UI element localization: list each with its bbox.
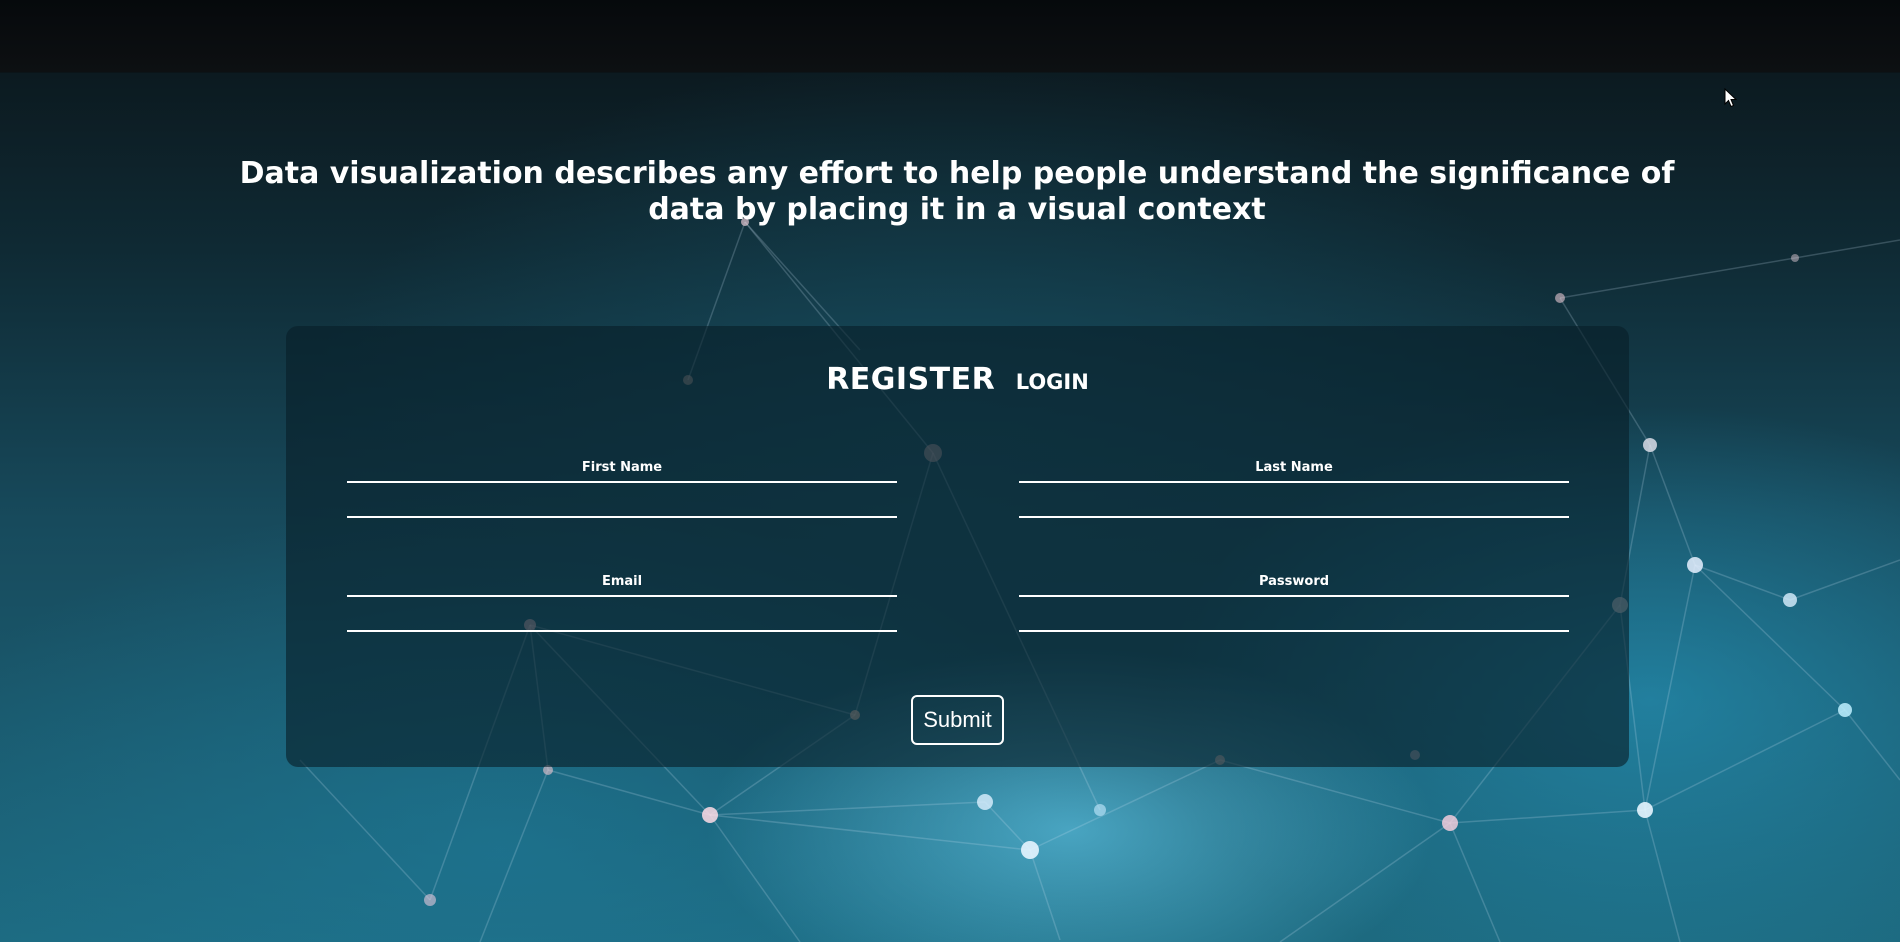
email-field: Email [347,574,897,632]
auth-tabs: REGISTER LOGIN [286,362,1629,397]
register-form-card: REGISTER LOGIN First Name Last Name Emai… [286,326,1629,767]
first-name-label: First Name [581,460,663,475]
tab-login[interactable]: LOGIN [1016,370,1089,394]
submit-button[interactable]: Submit [911,695,1004,745]
last-name-label: Last Name [1255,460,1333,475]
email-input[interactable] [347,595,897,632]
first-name-input[interactable] [347,481,897,518]
tab-register[interactable]: REGISTER [826,362,995,397]
last-name-input[interactable] [1019,481,1569,518]
password-field: Password [1019,574,1569,632]
password-input[interactable] [1019,595,1569,632]
password-label: Password [1258,574,1330,589]
headline: Data visualization describes any effort … [239,156,1675,227]
mouse-pointer-icon [1724,88,1738,108]
email-label: Email [601,574,643,589]
last-name-field: Last Name [1019,460,1569,518]
first-name-field: First Name [347,460,897,518]
